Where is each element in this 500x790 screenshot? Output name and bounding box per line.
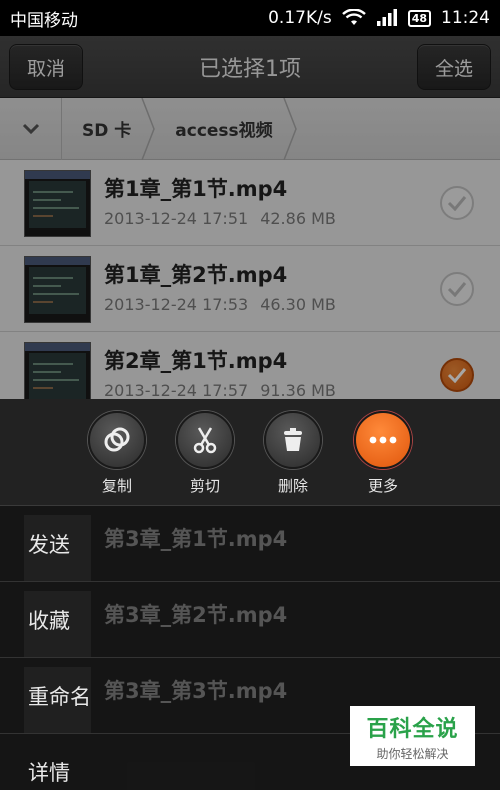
action-bar: 复制 剪切 删除 更多 [0, 399, 500, 506]
action-label: 剪切 [189, 477, 220, 495]
clock: 11:24 [441, 8, 490, 28]
menu-item-favorite[interactable]: 收藏 [0, 582, 500, 658]
signal-icon [376, 9, 398, 27]
trash-icon [264, 411, 322, 469]
cut-button[interactable]: 剪切 [170, 411, 240, 496]
delete-button[interactable]: 删除 [258, 411, 328, 496]
watermark-title: 百科全说 [366, 716, 459, 742]
wifi-icon [341, 9, 366, 27]
copy-icon [88, 411, 146, 469]
scissors-icon [176, 411, 234, 469]
battery-icon: 48 [407, 9, 431, 27]
watermark-logo: 百科全说 助你轻松解决 [350, 706, 475, 766]
file-manager-screen: 中国移动 0.17K/s 48 11:24 取消 已选择1项 全选 SD 卡 a… [0, 0, 500, 790]
more-button[interactable]: 更多 [348, 411, 418, 496]
status-bar: 中国移动 0.17K/s 48 11:24 [0, 0, 500, 36]
action-label: 更多 [367, 477, 398, 495]
copy-button[interactable]: 复制 [82, 411, 152, 496]
action-label: 删除 [277, 477, 308, 495]
action-label: 复制 [101, 477, 132, 495]
watermark-subtitle: 助你轻松解决 [376, 746, 449, 761]
more-icon [354, 411, 412, 469]
carrier-name: 中国移动 [10, 10, 78, 31]
menu-item-send[interactable]: 发送 [0, 506, 500, 582]
network-speed: 0.17K/s [268, 8, 332, 28]
